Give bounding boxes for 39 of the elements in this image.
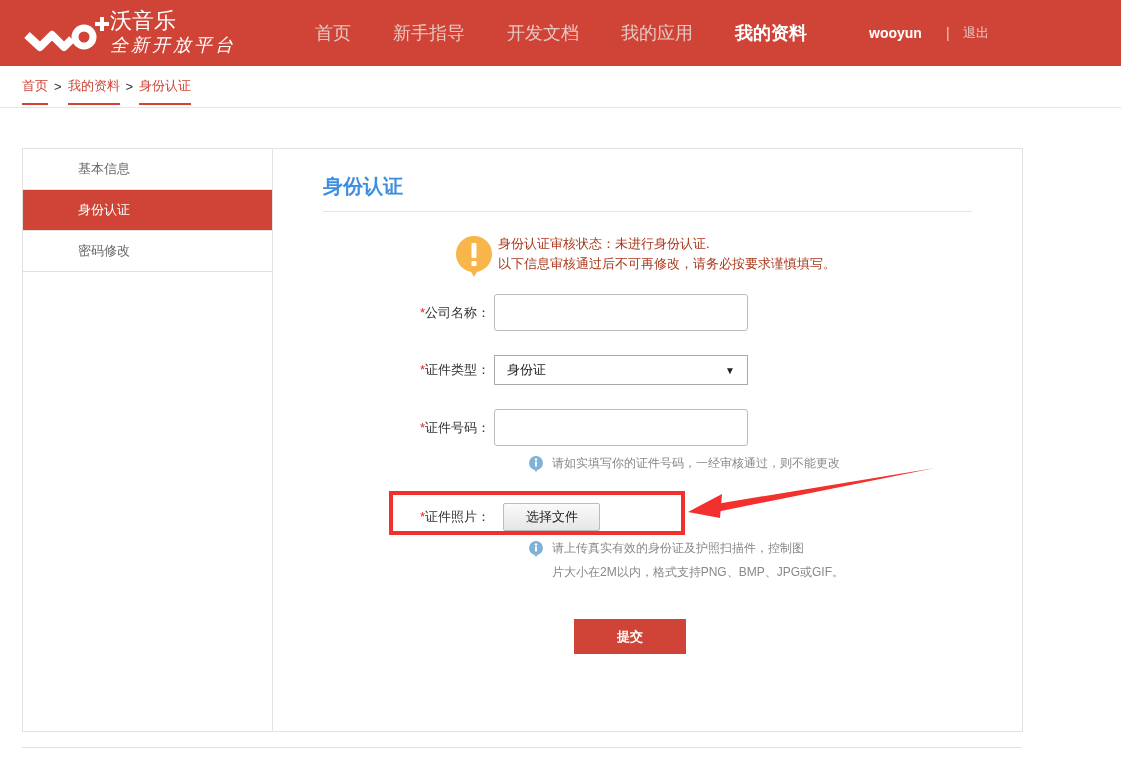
required-mark: * bbox=[419, 361, 425, 380]
breadcrumb-separator: > bbox=[54, 77, 62, 96]
alert-text: 以下信息审核通过后不可再修改，请务必按要求谨慎填写。 bbox=[498, 255, 836, 273]
select-field[interactable]: 身份证 ▼ bbox=[494, 355, 748, 385]
sidebar-item[interactable]: 密码修改 bbox=[23, 231, 272, 272]
info-icon bbox=[528, 455, 544, 473]
required-mark: * bbox=[419, 303, 425, 322]
alert-text: 身份认证审核状态：未进行身份认证. bbox=[498, 235, 711, 253]
page-title: 身份认证 bbox=[323, 175, 403, 197]
field-label: 证件照片： bbox=[425, 508, 490, 527]
username: wooyun bbox=[869, 23, 922, 43]
required-mark: * bbox=[419, 508, 425, 527]
hint-text: 片大小在2M以内，格式支持PNG、BMP、JPG或GIF。 bbox=[552, 564, 844, 581]
nav-link[interactable]: 新手指导 bbox=[393, 19, 465, 47]
breadcrumb-link[interactable]: 首页 bbox=[22, 66, 48, 105]
breadcrumb-link[interactable]: 我的资料 bbox=[67, 66, 120, 105]
brand-name: 沃音乐 bbox=[110, 9, 177, 33]
field-label: 公司名称： bbox=[425, 303, 490, 322]
nav-link[interactable]: 我的应用 bbox=[621, 19, 693, 47]
required-mark: * bbox=[419, 418, 425, 437]
submit-button[interactable]: 提交 bbox=[574, 619, 686, 654]
breadcrumb-link[interactable]: 身份认证 bbox=[139, 66, 192, 105]
hint-text: 请上传真实有效的身份证及护照扫描件，控制图 bbox=[552, 540, 805, 557]
hint-text: 请如实填写你的证件号码，一经审核通过，则不能更改 bbox=[552, 455, 840, 472]
warning-icon bbox=[456, 236, 492, 278]
choose-file-button[interactable]: 选择文件 bbox=[503, 503, 600, 531]
field-label: 证件类型： bbox=[425, 361, 490, 380]
logout-link[interactable]: 退出 bbox=[962, 23, 989, 43]
nav-link[interactable]: 我的资料 bbox=[735, 19, 807, 47]
sidebar-item[interactable]: 身份认证 bbox=[23, 190, 272, 231]
brand-slogan: 全新开放平台 bbox=[110, 33, 236, 57]
input-field[interactable] bbox=[494, 294, 748, 331]
info-icon bbox=[528, 540, 544, 558]
field-label: 证件号码： bbox=[425, 418, 490, 437]
nav-link[interactable]: 开发文档 bbox=[507, 19, 579, 47]
separator: | bbox=[945, 23, 950, 43]
nav-link[interactable]: 首页 bbox=[315, 19, 351, 47]
breadcrumb-separator: > bbox=[125, 77, 134, 96]
input-field[interactable] bbox=[494, 409, 748, 446]
